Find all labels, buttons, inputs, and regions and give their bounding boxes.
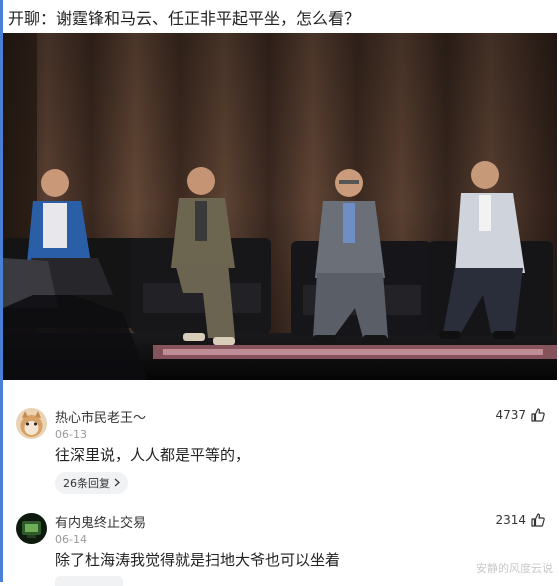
view-replies-button[interactable] xyxy=(55,576,123,586)
comment-date: 06-14 xyxy=(55,533,87,546)
view-replies-button[interactable]: 26条回复 xyxy=(55,472,128,494)
avatar[interactable] xyxy=(16,408,47,439)
comment-date: 06-13 xyxy=(55,428,87,441)
comment-username[interactable]: 有内鬼终止交易 xyxy=(55,512,146,531)
post-photo[interactable] xyxy=(3,33,557,380)
post-title: 开聊：谢霆锋和马云、任正非平起平坐，怎么看？ xyxy=(8,9,361,28)
watermark: 安静的风度云说 xyxy=(476,562,553,575)
replies-count: 26条回复 xyxy=(63,477,110,490)
thumb-up-icon xyxy=(531,513,545,527)
like-count: 4737 xyxy=(495,408,526,422)
comment-text: 往深里说，人人都是平等的， xyxy=(55,446,251,464)
comment-text: 除了杜海涛我觉得就是扫地大爷也可以坐着 xyxy=(55,551,341,569)
chevron-right-icon xyxy=(114,477,120,490)
comment-username[interactable]: 热心市民老王～ xyxy=(55,407,146,426)
like-button[interactable]: 2314 xyxy=(495,513,545,527)
like-button[interactable]: 4737 xyxy=(495,408,545,422)
thumb-up-icon xyxy=(531,408,545,422)
avatar[interactable] xyxy=(16,513,47,544)
like-count: 2314 xyxy=(495,513,526,527)
